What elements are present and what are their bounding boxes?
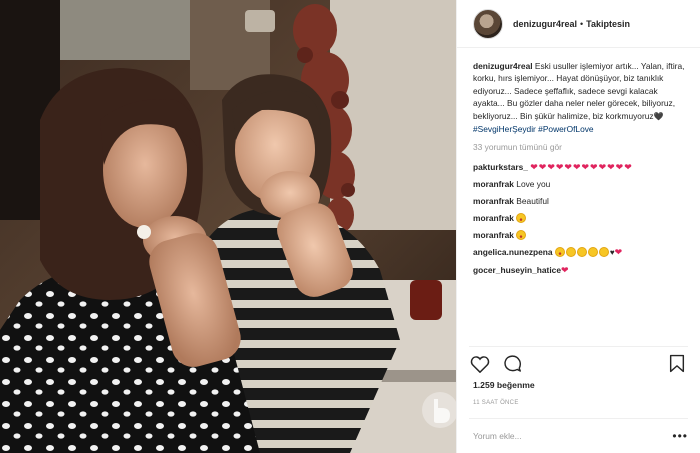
comment-item: pakturkstars_ ❤❤❤❤❤❤❤❤❤❤❤❤ xyxy=(473,161,688,173)
black-heart-emoji: 🖤 xyxy=(653,111,664,121)
like-heart-icon[interactable] xyxy=(469,353,491,375)
view-all-comments-link[interactable]: 33 yorumun tümünü gör xyxy=(473,141,688,153)
author-username[interactable]: denizugur4real xyxy=(513,19,577,29)
post-photo[interactable] xyxy=(0,0,456,453)
comment-text: ❤ xyxy=(560,264,570,275)
comment-text: ❤❤❤❤❤❤❤❤❤❤❤❤ xyxy=(530,161,633,172)
comment-username[interactable]: moranfrak xyxy=(473,213,514,223)
comments-section[interactable]: denizugur4real Eski usuller işlemiyor ar… xyxy=(473,60,688,342)
comment-item: moranfrak xyxy=(473,229,688,241)
smile-emoji-icon xyxy=(576,246,587,257)
photo-illustration xyxy=(0,0,456,453)
hashtag-link[interactable]: #SevgiHerŞeydir xyxy=(473,124,536,134)
comment-username[interactable]: pakturkstars_ xyxy=(473,162,528,172)
red-heart-icon: ❤ xyxy=(614,246,624,257)
caption-username[interactable]: denizugur4real xyxy=(473,61,533,71)
heart-eyes-emoji-icon xyxy=(516,229,527,240)
likes-count[interactable]: 1.259 beğenme xyxy=(473,380,535,390)
comment-username[interactable]: moranfrak xyxy=(473,230,514,240)
comment-item: moranfrak Love you xyxy=(473,178,688,190)
post-timestamp: 11 SAAT ÖNCE xyxy=(473,400,519,406)
clap-emoji-icon xyxy=(598,246,609,257)
comment-username[interactable]: moranfrak xyxy=(473,179,514,189)
comment-username[interactable]: moranfrak xyxy=(473,196,514,206)
avatar[interactable] xyxy=(473,8,503,39)
comment-text: Love you xyxy=(516,178,551,189)
hashtag-link[interactable]: #PowerOfLove xyxy=(538,124,593,134)
comment-bubble-icon[interactable] xyxy=(501,353,523,375)
heart-eyes-emoji-icon xyxy=(516,212,527,223)
header-text: denizugur4real • Takiptesin xyxy=(513,19,630,29)
caption: denizugur4real Eski usuller işlemiyor ar… xyxy=(473,60,688,135)
add-comment-bar: ••• xyxy=(469,418,688,453)
post-header: denizugur4real • Takiptesin xyxy=(457,0,700,48)
bookmark-icon[interactable] xyxy=(666,353,688,375)
post-side-panel: denizugur4real • Takiptesin denizugur4real… xyxy=(456,0,700,453)
follow-status[interactable]: Takiptesin xyxy=(586,19,630,29)
comment-item: gocer_huseyin_hatice❤ xyxy=(473,264,688,276)
comment-item: moranfrak xyxy=(473,212,688,224)
separator-dot: • xyxy=(580,18,584,29)
smile-emoji-icon xyxy=(565,246,576,257)
comment-item: angelica.nunezpena ♥❤ xyxy=(473,246,688,259)
smile-emoji-icon xyxy=(587,246,598,257)
watermark-logo xyxy=(422,392,456,428)
comment-username[interactable]: angelica.nunezpena xyxy=(473,247,553,257)
heart-eyes-emoji-icon xyxy=(554,246,565,257)
more-options-icon[interactable]: ••• xyxy=(672,429,688,443)
comment-input[interactable] xyxy=(473,431,663,441)
comment-username[interactable]: gocer_huseyin_hatice xyxy=(473,265,561,275)
action-bar xyxy=(469,346,688,380)
comment-item: moranfrak Beautiful xyxy=(473,195,688,207)
comment-text: Beautiful xyxy=(516,195,549,206)
